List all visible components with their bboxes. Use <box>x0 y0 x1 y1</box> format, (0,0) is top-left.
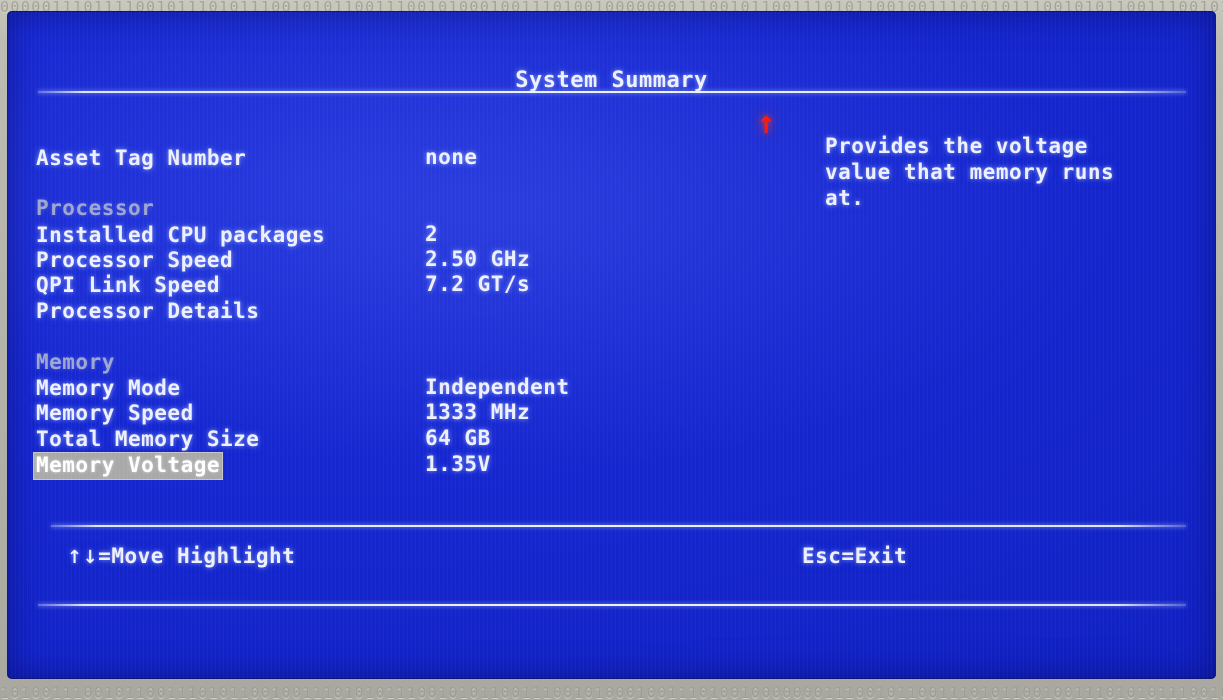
settings-row[interactable]: Processor Details <box>7 298 767 323</box>
footer-divider-top <box>51 525 1186 527</box>
settings-row-label: Memory Mode <box>36 376 181 400</box>
settings-row[interactable]: Total Memory Size 64 GB <box>7 426 767 451</box>
footer-hint-move-label: =Move Highlight <box>98 544 296 568</box>
settings-row-value: 64 GB <box>425 426 491 450</box>
bezel-binary-pattern-bottom: 1010011100101100111010110010011101010111… <box>0 686 1223 700</box>
settings-row-value: 1333 MHz <box>425 400 531 424</box>
settings-row[interactable]: Asset Tag Number none <box>7 145 767 170</box>
settings-row-label: Total Memory Size <box>36 427 260 451</box>
settings-row-label: Memory Voltage <box>33 452 224 480</box>
settings-row-label: Processor <box>36 196 155 220</box>
settings-row-value: 2 <box>425 222 439 246</box>
help-pane: Provides the voltage value that memory ru… <box>825 133 1165 211</box>
settings-row[interactable]: QPI Link Speed 7.2 GT/s <box>7 272 767 297</box>
settings-row[interactable]: Installed CPU packages 2 <box>7 222 767 247</box>
settings-row-label: Processor Speed <box>36 248 234 272</box>
settings-list: Asset Tag Number none Processor Installed C… <box>7 11 1216 679</box>
settings-row[interactable]: Memory Mode Independent <box>7 375 767 400</box>
footer-hint-exit[interactable]: Esc=Exit <box>802 544 907 569</box>
bios-screen: System Summary ↑ Asset Tag Number none Pro… <box>7 11 1216 679</box>
settings-row[interactable]: Memory Speed 1333 MHz <box>7 400 767 425</box>
settings-row-label: QPI Link Speed <box>36 273 221 297</box>
footer-hint-move: ↑↓=Move Highlight <box>67 544 295 570</box>
settings-row-value: 2.50 GHz <box>425 247 531 271</box>
settings-row-label: Processor Details <box>36 299 260 323</box>
settings-row[interactable]: Processor Speed 2.50 GHz <box>7 247 767 272</box>
settings-row-label: Memory Speed <box>36 401 194 425</box>
move-arrows-icon: ↑↓ <box>67 547 99 568</box>
help-text-line: Provides the voltage <box>825 134 1088 158</box>
help-text-line: value that memory runs <box>825 160 1115 184</box>
settings-row-label: Asset Tag Number <box>36 146 247 170</box>
settings-row-label: Memory <box>36 350 115 374</box>
settings-row-label: Installed CPU packages <box>36 223 326 247</box>
settings-row-value: none <box>425 145 478 169</box>
settings-row: Memory <box>7 349 767 374</box>
settings-row[interactable]: Memory Voltage 1.35V <box>7 452 767 480</box>
footer-divider-bottom <box>38 604 1186 606</box>
settings-row-value: 7.2 GT/s <box>425 272 531 296</box>
monitor-bezel: 0000011101111001011101011100101011001110… <box>0 0 1223 700</box>
settings-row-value: 1.35V <box>425 452 491 476</box>
settings-row-value: Independent <box>425 375 570 399</box>
settings-row: Processor <box>7 195 767 220</box>
help-text-line: at. <box>825 186 865 210</box>
